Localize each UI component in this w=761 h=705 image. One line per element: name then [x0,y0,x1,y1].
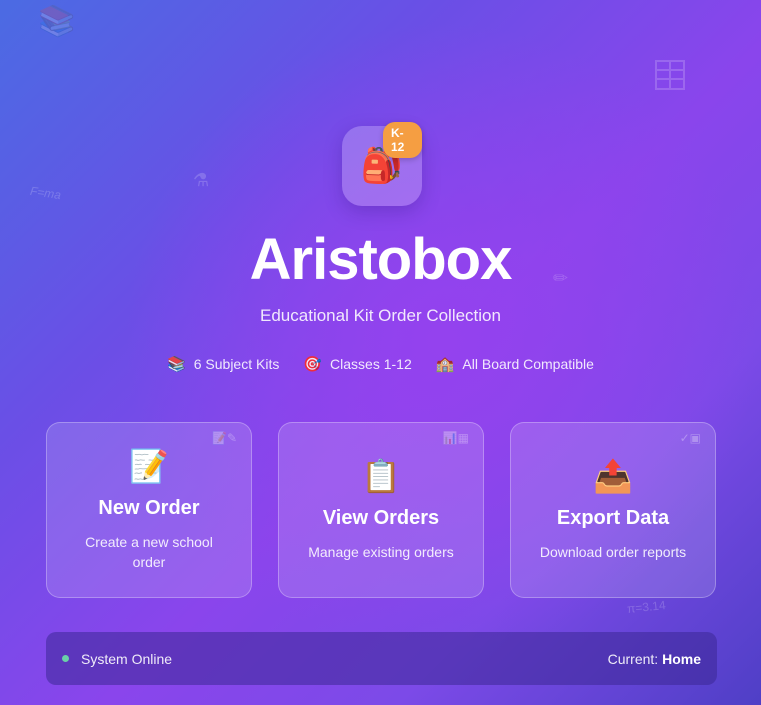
feature-label: 6 Subject Kits [193,356,280,372]
grid-deco-icon [655,60,685,95]
outbox-icon: 📤 [593,458,633,494]
grade-badge: K-12 [383,122,422,158]
card-title: New Order [98,497,200,519]
card-title: Export Data [556,507,670,529]
feature-label: Classes 1-12 [330,356,412,372]
corner-deco-icon: ✓▣ [679,431,701,445]
books-deco-icon: 📚 [38,5,76,38]
feature-boards: 🏫 All Board Compatible [436,355,594,373]
system-status: System Online [62,651,172,667]
app-title: Aristobox [249,227,513,292]
feature-subject-kits: 📚 6 Subject Kits [167,355,279,373]
memo-icon: 📝 [129,448,169,484]
feature-classes: 🎯 Classes 1-12 [303,355,411,373]
card-description: Manage existing orders [308,544,454,560]
export-data-card[interactable]: ✓▣ 📤 Export Data Download order reports [510,422,716,598]
card-description: Download order reports [539,544,687,560]
feature-label: All Board Compatible [462,356,594,372]
status-dot-icon [62,655,69,662]
feature-list: 📚 6 Subject Kits 🎯 Classes 1-12 🏫 All Bo… [0,355,761,373]
school-icon: 🏫 [435,356,455,373]
current-label: Current: [607,650,659,667]
status-text: System Online [81,650,173,667]
formula-deco-icon: F=ma [29,183,62,203]
corner-deco-icon: 📝✎ [212,431,237,445]
status-bar: System Online Current: Home [46,632,717,685]
flask-deco-icon: ⚗ [193,170,210,190]
clipboard-icon: 📋 [361,458,401,494]
current-page: Current: Home [608,651,701,667]
pi-deco-icon: π=3.14 [626,598,667,616]
new-order-card[interactable]: 📝✎ 📝 New Order Create a new school order [46,422,252,598]
corner-deco-icon: 📊▦ [442,431,469,445]
target-icon: 🎯 [303,356,323,373]
app-logo: 🎒 K-12 [342,122,422,206]
view-orders-card[interactable]: 📊▦ 📋 View Orders Manage existing orders [278,422,484,598]
current-value: Home [662,650,701,667]
card-title: View Orders [322,507,440,529]
books-icon: 📚 [167,356,186,373]
card-description: Create a new school order [85,534,213,570]
app-subtitle: Educational Kit Order Collection [260,306,501,325]
